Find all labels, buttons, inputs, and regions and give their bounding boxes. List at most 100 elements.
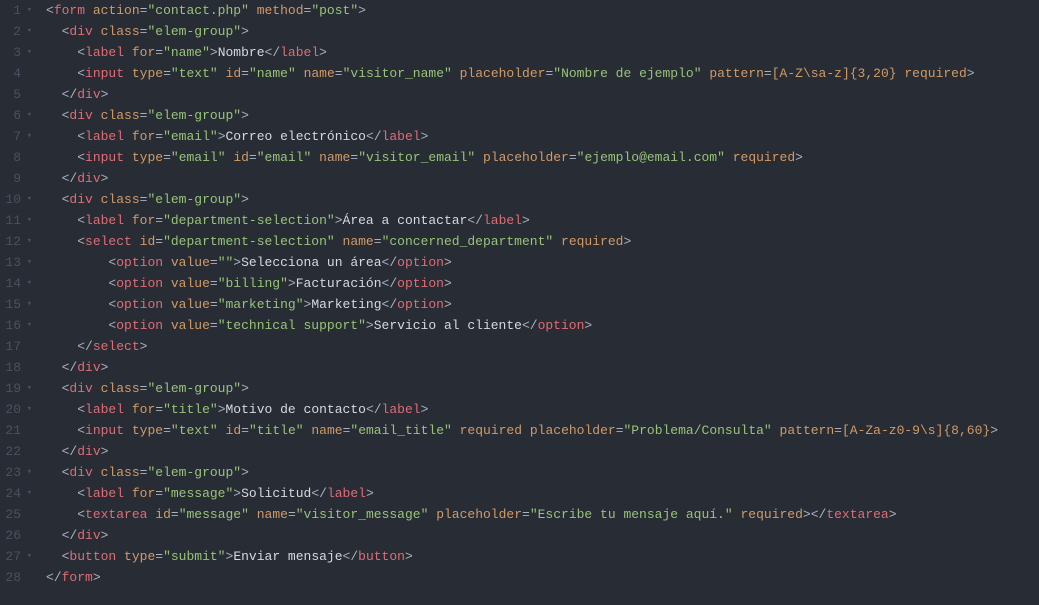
code-line[interactable]: <option value="marketing">Marketing</opt… xyxy=(46,294,998,315)
token-plain xyxy=(93,24,101,39)
code-line[interactable]: <label for="department-selection">Área a… xyxy=(46,210,998,231)
line-number[interactable]: 13▾ xyxy=(0,252,32,273)
code-line[interactable]: <select id="department-selection" name="… xyxy=(46,231,998,252)
fold-icon[interactable]: ▾ xyxy=(24,231,32,252)
code-line[interactable]: </div> xyxy=(46,168,998,189)
token-punct: < xyxy=(77,507,85,522)
token-punct: > xyxy=(421,402,429,417)
token-tag: option xyxy=(397,255,444,270)
token-attr: for xyxy=(132,129,155,144)
token-eq: = xyxy=(210,318,218,333)
line-number[interactable]: 22 xyxy=(0,441,32,462)
fold-icon[interactable]: ▾ xyxy=(24,189,32,210)
line-number[interactable]: 27▾ xyxy=(0,546,32,567)
line-number[interactable]: 25 xyxy=(0,504,32,525)
line-number[interactable]: 23▾ xyxy=(0,462,32,483)
code-line[interactable]: </div> xyxy=(46,84,998,105)
code-line[interactable]: <label for="title">Motivo de contacto</l… xyxy=(46,399,998,420)
code-line[interactable]: <button type="submit">Enviar mensaje</bu… xyxy=(46,546,998,567)
code-line[interactable]: <input type="text" id="name" name="visit… xyxy=(46,63,998,84)
line-number[interactable]: 10▾ xyxy=(0,189,32,210)
fold-icon[interactable]: ▾ xyxy=(24,21,32,42)
code-line[interactable]: </select> xyxy=(46,336,998,357)
code-line[interactable]: <div class="elem-group"> xyxy=(46,105,998,126)
fold-icon[interactable]: ▾ xyxy=(24,42,32,63)
fold-icon[interactable]: ▾ xyxy=(24,273,32,294)
fold-icon[interactable]: ▾ xyxy=(24,315,32,336)
fold-icon[interactable]: ▾ xyxy=(24,0,32,21)
code-line[interactable]: <option value="">Selecciona un área</opt… xyxy=(46,252,998,273)
code-line[interactable]: <div class="elem-group"> xyxy=(46,21,998,42)
line-number[interactable]: 4 xyxy=(0,63,32,84)
line-number[interactable]: 8 xyxy=(0,147,32,168)
token-eq: = xyxy=(155,234,163,249)
line-number[interactable]: 16▾ xyxy=(0,315,32,336)
code-line[interactable]: <label for="name">Nombre</label> xyxy=(46,42,998,63)
fold-icon[interactable]: ▾ xyxy=(24,126,32,147)
token-attr: type xyxy=(132,423,163,438)
line-number[interactable]: 1▾ xyxy=(0,0,32,21)
line-number[interactable]: 21 xyxy=(0,420,32,441)
token-plain xyxy=(553,234,561,249)
fold-icon[interactable]: ▾ xyxy=(24,252,32,273)
token-text: Enviar mensaje xyxy=(233,549,342,564)
line-number[interactable]: 28 xyxy=(0,567,32,588)
fold-icon[interactable]: ▾ xyxy=(24,105,32,126)
token-punct: </ xyxy=(366,129,382,144)
code-line[interactable]: <option value="technical support">Servic… xyxy=(46,315,998,336)
line-number[interactable]: 17 xyxy=(0,336,32,357)
token-plain xyxy=(249,507,257,522)
line-number[interactable]: 11▾ xyxy=(0,210,32,231)
fold-icon[interactable]: ▾ xyxy=(24,378,32,399)
token-eq: = xyxy=(155,486,163,501)
code-area[interactable]: <form action="contact.php" method="post"… xyxy=(42,0,998,605)
code-line[interactable]: <label for="message">Solicitud</label> xyxy=(46,483,998,504)
code-line[interactable]: <div class="elem-group"> xyxy=(46,378,998,399)
line-number[interactable]: 18 xyxy=(0,357,32,378)
line-number[interactable]: 2▾ xyxy=(0,21,32,42)
token-eq: = xyxy=(374,234,382,249)
line-number[interactable]: 24▾ xyxy=(0,483,32,504)
code-editor[interactable]: 1▾2▾3▾456▾7▾8910▾11▾12▾13▾14▾15▾16▾17181… xyxy=(0,0,1039,605)
fold-icon[interactable]: ▾ xyxy=(24,399,32,420)
token-plain xyxy=(249,3,257,18)
line-number[interactable]: 20▾ xyxy=(0,399,32,420)
line-number[interactable]: 26 xyxy=(0,525,32,546)
code-line[interactable]: <form action="contact.php" method="post"… xyxy=(46,0,998,21)
fold-icon[interactable]: ▾ xyxy=(24,483,32,504)
line-number[interactable]: 5 xyxy=(0,84,32,105)
token-plain xyxy=(163,297,171,312)
code-line[interactable]: <label for="email">Correo electrónico</l… xyxy=(46,126,998,147)
line-number[interactable]: 14▾ xyxy=(0,273,32,294)
token-tag: label xyxy=(483,213,522,228)
line-number-gutter[interactable]: 1▾2▾3▾456▾7▾8910▾11▾12▾13▾14▾15▾16▾17181… xyxy=(0,0,42,605)
code-line[interactable]: <div class="elem-group"> xyxy=(46,462,998,483)
token-tag: option xyxy=(397,297,444,312)
code-line[interactable]: <textarea id="message" name="visitor_mes… xyxy=(46,504,998,525)
line-number[interactable]: 7▾ xyxy=(0,126,32,147)
token-punct: < xyxy=(46,3,54,18)
line-number[interactable]: 9 xyxy=(0,168,32,189)
token-attr: class xyxy=(101,381,140,396)
line-number[interactable]: 19▾ xyxy=(0,378,32,399)
fold-icon[interactable]: ▾ xyxy=(24,294,32,315)
token-eq: = xyxy=(171,507,179,522)
fold-icon[interactable]: ▾ xyxy=(24,210,32,231)
code-line[interactable]: <input type="email" id="email" name="vis… xyxy=(46,147,998,168)
code-line[interactable]: </form> xyxy=(46,567,998,588)
line-number[interactable]: 6▾ xyxy=(0,105,32,126)
token-tag: button xyxy=(69,549,116,564)
line-number[interactable]: 12▾ xyxy=(0,231,32,252)
code-line[interactable]: <option value="billing">Facturación</opt… xyxy=(46,273,998,294)
line-number[interactable]: 15▾ xyxy=(0,294,32,315)
fold-icon[interactable]: ▾ xyxy=(24,462,32,483)
code-line[interactable]: <div class="elem-group"> xyxy=(46,189,998,210)
token-tag: button xyxy=(358,549,405,564)
code-line[interactable]: </div> xyxy=(46,357,998,378)
code-line[interactable]: </div> xyxy=(46,525,998,546)
token-str: "elem-group" xyxy=(147,24,241,39)
code-line[interactable]: </div> xyxy=(46,441,998,462)
fold-icon[interactable]: ▾ xyxy=(24,546,32,567)
code-line[interactable]: <input type="text" id="title" name="emai… xyxy=(46,420,998,441)
line-number[interactable]: 3▾ xyxy=(0,42,32,63)
